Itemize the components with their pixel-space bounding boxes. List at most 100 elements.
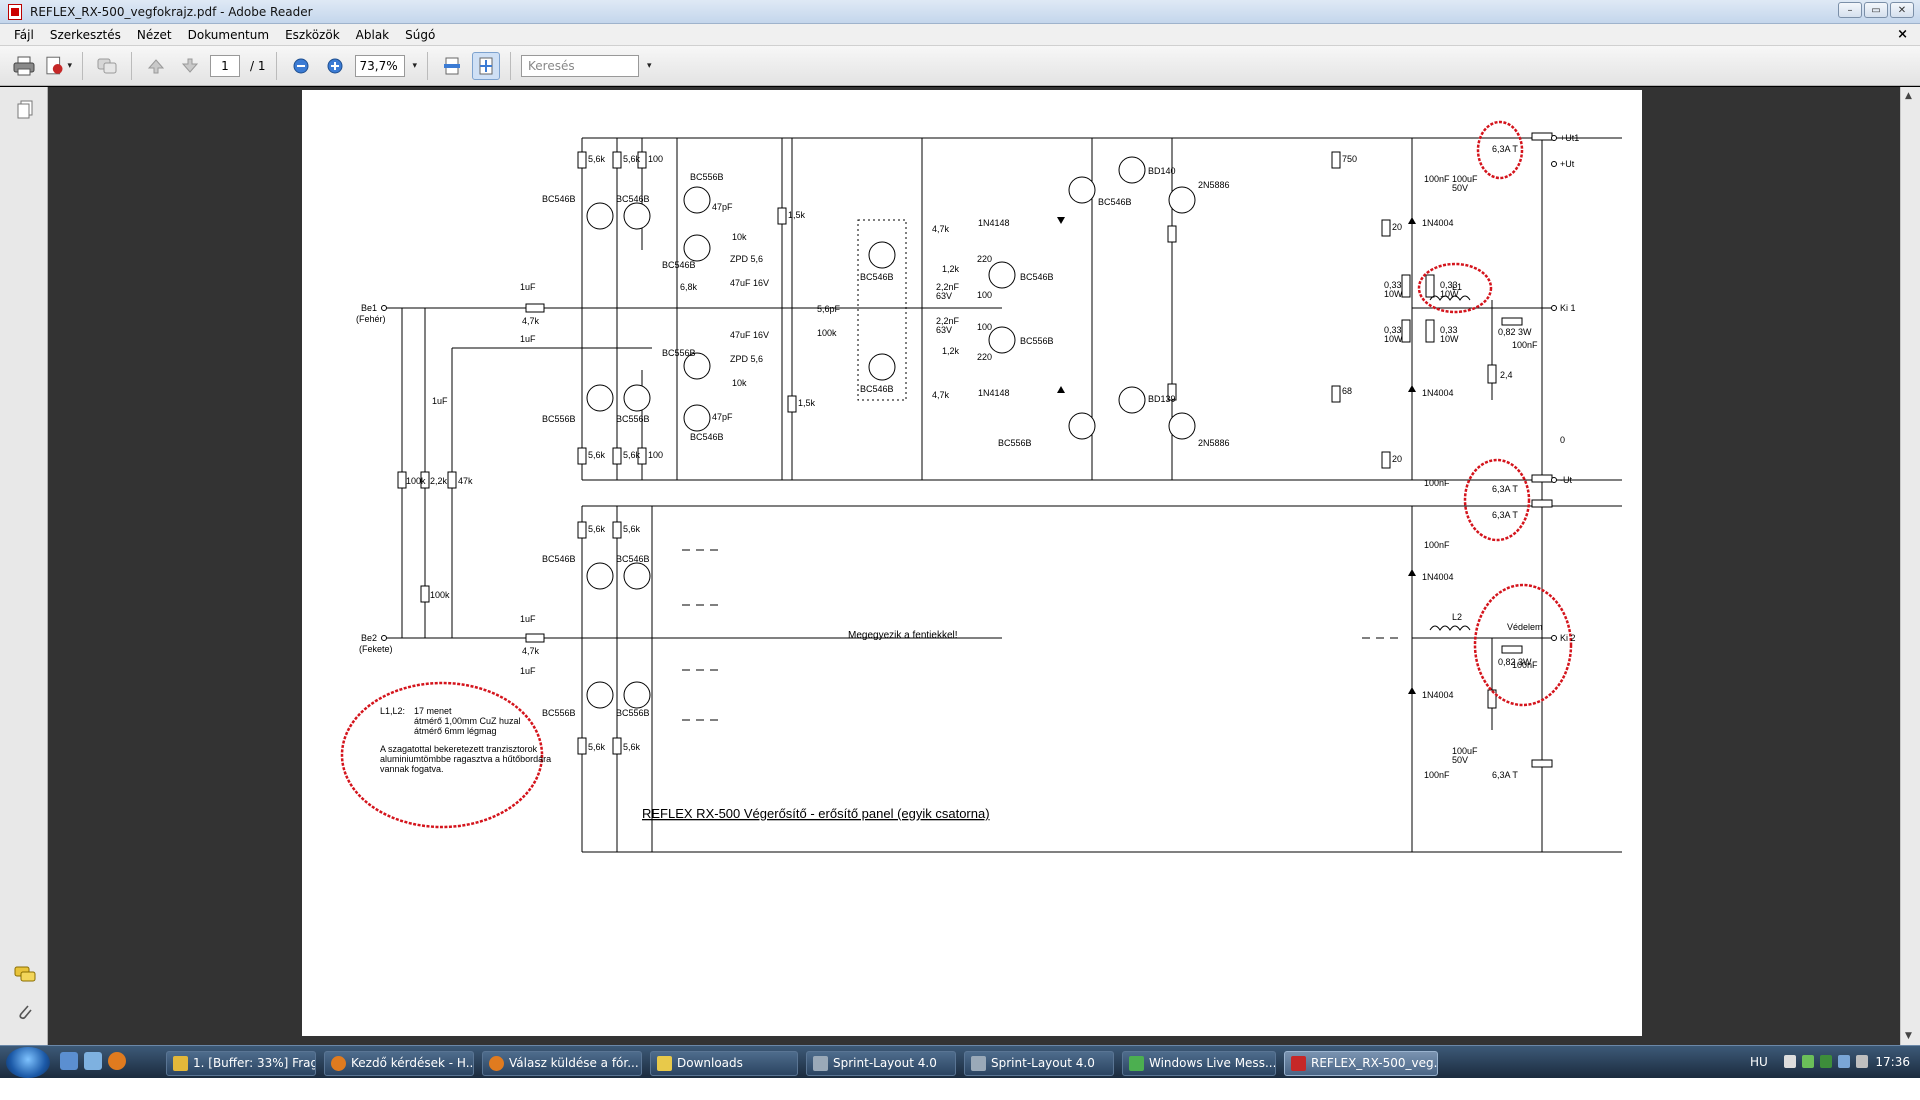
q-label: BC546B	[1020, 272, 1054, 282]
taskbar-item[interactable]: Sprint-Layout 4.0	[806, 1051, 956, 1076]
q-label: 2N5886	[1198, 180, 1230, 190]
next-page-icon[interactable]	[176, 52, 204, 80]
toolbar-separator	[131, 51, 132, 80]
toolbar-separator	[275, 51, 277, 80]
menu-window[interactable]: Ablak	[348, 28, 397, 42]
show-desktop-icon[interactable]	[60, 1052, 78, 1070]
c-label: 1uF	[520, 666, 536, 676]
r-label: 220	[977, 352, 992, 362]
vertical-scrollbar[interactable]: ▲ ▼	[1900, 87, 1920, 1045]
search-input[interactable]: Keresés	[521, 54, 640, 77]
q-label: BD140	[1148, 166, 1176, 176]
firefox-icon[interactable]	[108, 1052, 126, 1070]
menu-bar: Fájl Szerkesztés Nézet Dokumentum Eszköz…	[0, 24, 1920, 46]
minimize-button[interactable]: –	[1838, 2, 1862, 18]
c-label: 50V	[1452, 183, 1468, 193]
d-label: 1N4004	[1422, 572, 1454, 582]
q-label: BC556B	[662, 348, 696, 358]
print-icon[interactable]	[10, 52, 38, 80]
chevron-down-icon: ▾	[67, 60, 72, 71]
pages-icon[interactable]	[14, 99, 36, 121]
menu-file[interactable]: Fájl	[6, 28, 42, 42]
zoom-in-icon[interactable]	[321, 52, 349, 80]
taskbar-item[interactable]: Válasz küldése a fór...	[482, 1051, 642, 1076]
q-label: BC546B	[616, 194, 650, 204]
r-label: 10k	[732, 378, 747, 388]
comments-icon[interactable]	[14, 964, 36, 986]
network-icon[interactable]	[1838, 1055, 1850, 1068]
menu-help[interactable]: Súgó	[397, 28, 443, 42]
scroll-down-icon[interactable]: ▼	[1905, 1031, 1912, 1041]
fuse-label: 6,3A T	[1492, 484, 1518, 494]
fuse-label: 6,3A T	[1492, 510, 1518, 520]
clock[interactable]: 17:36	[1875, 1055, 1910, 1069]
menu-document[interactable]: Dokumentum	[180, 28, 277, 42]
taskbar-item[interactable]: Downloads	[650, 1051, 798, 1076]
chevron-down-icon[interactable]: ▾	[413, 61, 418, 71]
language-indicator[interactable]: HU	[1750, 1055, 1768, 1069]
r-label: 100	[648, 450, 663, 460]
tray-arrow-icon[interactable]	[1784, 1055, 1796, 1068]
r-label: 20	[1392, 454, 1402, 464]
fit-page-icon[interactable]	[472, 51, 501, 80]
messenger-icon	[1129, 1056, 1144, 1071]
r-label: 4,7k	[522, 646, 540, 656]
export-pdf-icon[interactable]: ▾	[44, 52, 72, 80]
taskbar-item-label: 1. [Buffer: 33%] Frag...	[193, 1056, 316, 1070]
zoom-out-icon[interactable]	[287, 52, 315, 80]
q-label: BC546B	[860, 272, 894, 282]
r-label: 220	[977, 254, 992, 264]
c-label: 63V	[936, 291, 952, 301]
taskbar-item[interactable]: 1. [Buffer: 33%] Frag...	[166, 1051, 316, 1076]
r-label: 5,6k	[623, 524, 641, 534]
start-button[interactable]	[6, 1047, 50, 1078]
r-label: 4,7k	[522, 316, 540, 326]
taskbar-item[interactable]: Sprint-Layout 4.0	[964, 1051, 1114, 1076]
chevron-down-icon[interactable]: ▾	[647, 61, 652, 71]
firefox-icon	[331, 1056, 346, 1071]
d-label: 1N4004	[1422, 218, 1454, 228]
protection-label: Védelem	[1507, 622, 1543, 632]
r-label: 5,6k	[588, 524, 606, 534]
ground-label: 0	[1560, 435, 1565, 445]
input-be2-label: Be2	[361, 633, 377, 643]
quick-launch	[60, 1052, 126, 1070]
close-document-icon[interactable]: ×	[1897, 27, 1908, 42]
inductor-label: L1	[1452, 282, 1462, 292]
zoom-level-select[interactable]: 73,7%	[354, 54, 405, 77]
schematic-caption: REFLEX RX-500 Végerősítő - erősítő panel…	[642, 806, 990, 821]
attachments-icon[interactable]	[14, 1001, 36, 1023]
r-label: 10W	[1384, 289, 1403, 299]
tray-app-icon[interactable]	[1820, 1055, 1832, 1068]
scroll-up-icon[interactable]: ▲	[1905, 91, 1912, 101]
r-label: 5,6k	[588, 742, 606, 752]
close-button[interactable]: ✕	[1890, 2, 1914, 18]
taskbar-item-active[interactable]: REFLEX_RX-500_veg...	[1284, 1051, 1438, 1076]
c-label: 100nF	[1424, 540, 1450, 550]
note-line: 17 menet	[414, 706, 452, 716]
maximize-button[interactable]: ▭	[1864, 2, 1888, 18]
previous-page-icon[interactable]	[142, 52, 170, 80]
fit-width-icon[interactable]	[438, 52, 466, 80]
output-minus-ut-label: -Ut	[1560, 475, 1572, 485]
fuse-label: 6,3A T	[1492, 144, 1518, 154]
taskbar-item[interactable]: Kezdő kérdések - H...	[324, 1051, 474, 1076]
page-number-input[interactable]: 1	[210, 54, 240, 77]
collaborate-icon[interactable]	[93, 52, 121, 80]
r-label: 5,6k	[588, 154, 606, 164]
tray-app-icon[interactable]	[1802, 1055, 1814, 1068]
document-area[interactable]: Be1 (Fehér) Be2 (Fekete) +Ut1 +Ut Ki 1 0…	[48, 87, 1900, 1045]
r-label: 100k	[406, 476, 426, 486]
pdf-app-icon	[8, 3, 22, 20]
menu-tools[interactable]: Eszközök	[277, 28, 348, 42]
c-label: 47uF 16V	[730, 330, 769, 340]
taskbar-item[interactable]: Windows Live Mess...	[1122, 1051, 1276, 1076]
taskbar-item-label: Sprint-Layout 4.0	[991, 1056, 1095, 1070]
r-label: 6,8k	[680, 282, 698, 292]
menu-edit[interactable]: Szerkesztés	[42, 28, 129, 42]
volume-icon[interactable]	[1856, 1055, 1868, 1068]
switch-windows-icon[interactable]	[84, 1052, 102, 1070]
c-label: 47uF 16V	[730, 278, 769, 288]
r-label: 100k	[817, 328, 837, 338]
menu-view[interactable]: Nézet	[129, 28, 180, 42]
